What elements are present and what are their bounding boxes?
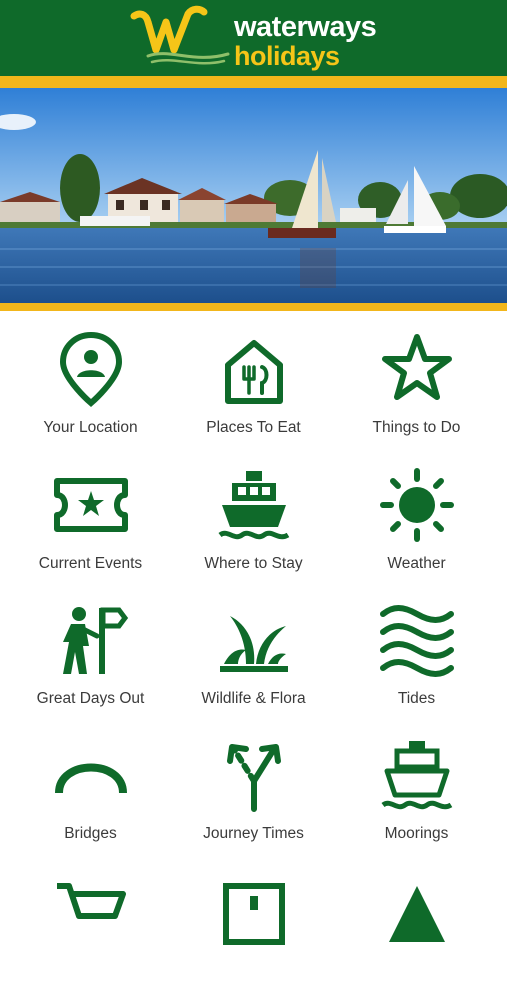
menu-item-moorings[interactable]: Moorings — [332, 721, 501, 856]
menu-item-partial-1[interactable] — [6, 856, 175, 991]
ticket-star-icon — [53, 478, 128, 532]
sun-icon — [379, 468, 454, 542]
menu-item-label: Your Location — [43, 419, 138, 436]
menu-item-places-to-eat[interactable]: Places To Eat — [169, 315, 338, 450]
menu-item-tides[interactable]: Tides — [332, 586, 501, 721]
hero-image — [0, 88, 507, 303]
hiker-signpost-icon — [62, 607, 128, 674]
menu-item-label: Great Days Out — [36, 690, 145, 707]
menu-item-great-days-out[interactable]: Great Days Out — [6, 586, 175, 721]
brand-line-2: holidays — [234, 41, 340, 71]
menu-item-current-events[interactable]: Current Events — [6, 451, 175, 586]
warning-icon — [388, 886, 445, 942]
menu-item-label: Where to Stay — [204, 555, 303, 572]
moored-boat-icon — [381, 741, 452, 810]
info-board-icon — [222, 883, 285, 945]
menu-item-label: Weather — [387, 555, 446, 572]
app-header: waterways holidays — [0, 0, 507, 76]
menu-item-partial-2[interactable] — [169, 856, 338, 991]
menu-item-label: Journey Times — [203, 825, 304, 842]
menu-item-where-to-stay[interactable]: Where to Stay — [169, 451, 338, 586]
menu-item-wildlife-flora[interactable]: Wildlife & Flora — [169, 586, 338, 721]
location-pin-person-icon — [59, 331, 122, 407]
bridge-arch-icon — [54, 763, 127, 794]
menu-item-label: Current Events — [38, 555, 143, 572]
restaurant-house-icon — [224, 340, 283, 404]
menu-item-weather[interactable]: Weather — [332, 451, 501, 586]
star-icon — [381, 334, 452, 400]
split-arrows-icon — [226, 744, 281, 812]
hero-accent-bar — [0, 303, 507, 311]
brand-line-1: waterways — [234, 11, 377, 43]
menu-item-label: Wildlife & Flora — [201, 690, 306, 707]
waves-icon — [379, 605, 454, 677]
menu-item-label: Things to Do — [372, 419, 461, 436]
menu-item-label: Bridges — [64, 825, 117, 842]
menu-item-label: Places To Eat — [206, 419, 301, 436]
cart-icon — [56, 883, 126, 919]
menu-item-your-location[interactable]: Your Location — [6, 315, 175, 450]
menu-item-label: Moorings — [384, 825, 449, 842]
header-accent-bar — [0, 76, 507, 88]
boat-icon — [218, 471, 289, 540]
grass-leaves-icon — [219, 616, 288, 672]
menu-item-bridges[interactable]: Bridges — [6, 721, 175, 856]
menu-item-journey-times[interactable]: Journey Times — [169, 721, 338, 856]
menu-item-partial-3[interactable] — [332, 856, 501, 991]
menu-item-label: Tides — [397, 690, 436, 707]
menu-item-things-to-do[interactable]: Things to Do — [332, 315, 501, 450]
menu-grid: Your Location Places To Eat Things to Do… — [0, 311, 507, 945]
